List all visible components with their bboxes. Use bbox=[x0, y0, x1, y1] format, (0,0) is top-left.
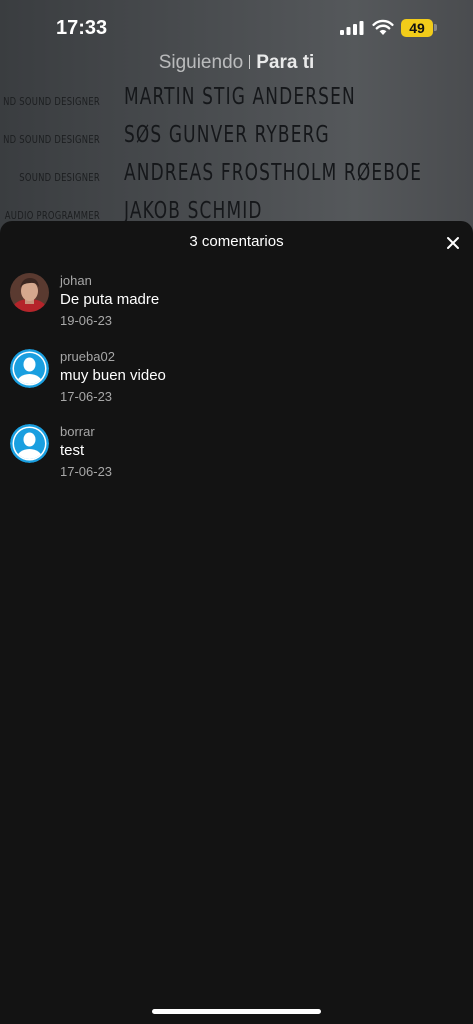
avatar[interactable] bbox=[10, 424, 49, 463]
default-user-icon bbox=[10, 349, 49, 388]
battery-icon: 49 bbox=[401, 19, 433, 37]
default-user-icon bbox=[10, 424, 49, 463]
comment-date: 17-06-23 bbox=[60, 464, 113, 479]
comment-item[interactable]: borrar test 17-06-23 bbox=[0, 424, 473, 490]
video-credits: ND SOUND DESIGNER MARTIN STIG ANDERSEN N… bbox=[0, 82, 473, 234]
comment-username[interactable]: prueba02 bbox=[60, 349, 115, 364]
comments-sheet: 3 comentarios johan De puta madre 19-06-… bbox=[0, 221, 473, 1024]
close-icon[interactable] bbox=[441, 231, 465, 255]
credit-name: ANDREAS FROSTHOLM RØEBOE bbox=[124, 160, 423, 186]
avatar[interactable] bbox=[10, 349, 49, 388]
cellular-signal-icon bbox=[340, 21, 364, 35]
comment-item[interactable]: prueba02 muy buen video 17-06-23 bbox=[0, 349, 473, 415]
battery-tip bbox=[434, 24, 437, 31]
credit-row: SOUND DESIGNER ANDREAS FROSTHOLM RØEBOE bbox=[0, 158, 473, 196]
tab-divider bbox=[249, 55, 251, 69]
tab-following[interactable]: Siguiendo bbox=[159, 52, 244, 73]
wifi-icon bbox=[372, 19, 394, 35]
home-indicator[interactable] bbox=[152, 1009, 321, 1014]
comment-item[interactable]: johan De puta madre 19-06-23 bbox=[0, 273, 473, 339]
comment-username[interactable]: johan bbox=[60, 273, 92, 288]
status-time: 17:33 bbox=[56, 17, 108, 39]
avatar[interactable] bbox=[10, 273, 49, 312]
comment-date: 17-06-23 bbox=[60, 389, 113, 404]
comment-username[interactable]: borrar bbox=[60, 424, 95, 439]
comment-date: 19-06-23 bbox=[60, 313, 113, 328]
credit-role: SOUND DESIGNER bbox=[19, 171, 100, 184]
user-photo-icon bbox=[10, 273, 49, 312]
feed-tabs: Siguiendo Para ti bbox=[0, 52, 473, 74]
credit-row: ND SOUND DESIGNER MARTIN STIG ANDERSEN bbox=[0, 82, 473, 120]
credit-name: SØS GUNVER RYBERG bbox=[124, 122, 330, 148]
tab-for-you[interactable]: Para ti bbox=[256, 52, 314, 73]
battery-level: 49 bbox=[409, 20, 425, 36]
comment-text: test bbox=[60, 442, 85, 459]
comment-text: De puta madre bbox=[60, 291, 160, 308]
credit-name: MARTIN STIG ANDERSEN bbox=[124, 84, 356, 110]
credit-row: ND SOUND DESIGNER SØS GUNVER RYBERG bbox=[0, 120, 473, 158]
comments-title: 3 comentarios bbox=[189, 233, 284, 250]
comment-text: muy buen video bbox=[60, 367, 166, 384]
credit-role: ND SOUND DESIGNER bbox=[3, 133, 100, 146]
status-bar: 17:33 49 bbox=[0, 0, 473, 56]
credit-role: ND SOUND DESIGNER bbox=[3, 95, 100, 108]
